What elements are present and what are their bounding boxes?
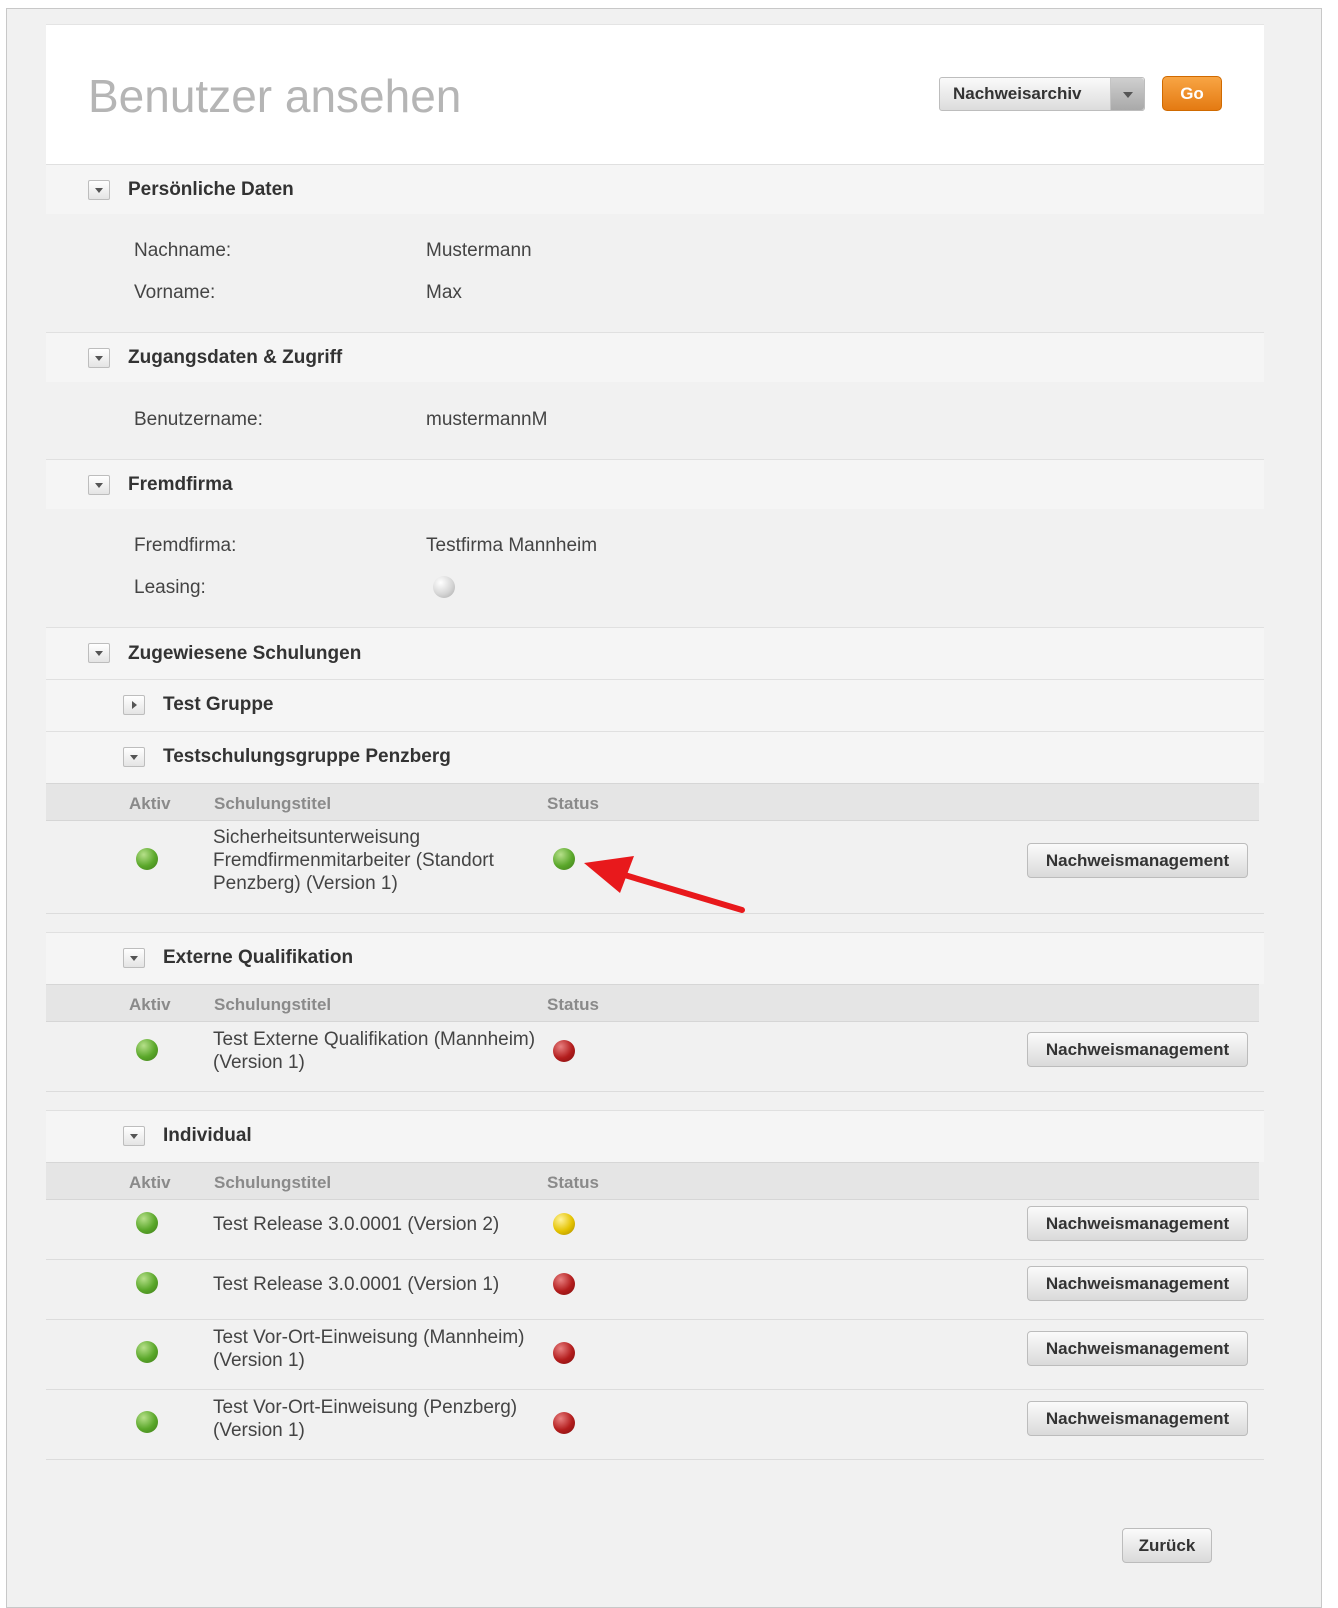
training-title[interactable]: Test Externe Qualifikation (Mannheim) (V… [213,1028,553,1074]
training-title[interactable]: Test Release 3.0.0001 (Version 2) [213,1213,573,1236]
collapse-icon[interactable] [88,475,110,495]
collapse-icon[interactable] [88,348,110,368]
status-indicator [553,1213,575,1235]
table-header: Aktiv Schulungstitel Status [46,783,1259,821]
group-title: Testschulungsgruppe Penzberg [163,746,451,767]
table-row: Sicherheitsunterweisung Fremdfirmenmitar… [46,821,1264,914]
group-title: Externe Qualifikation [163,947,354,968]
column-header-title: Schulungstitel [214,995,332,1014]
section-personal-body: Nachname: Mustermann Vorname: Max [46,214,1264,332]
section-company-header[interactable]: Fremdfirma [46,459,1264,509]
active-indicator [136,1341,158,1363]
training-title[interactable]: Test Release 3.0.0001 (Version 1) [213,1273,573,1296]
status-indicator [553,848,575,870]
page-title: Benutzer ansehen [88,70,462,122]
column-header-title: Schulungstitel [214,794,332,813]
company-value: Testfirma Mannheim [426,535,598,556]
section-title: Zugangsdaten & Zugriff [128,347,343,368]
evidence-management-button[interactable]: Nachweismanagement [1027,1206,1248,1241]
training-title[interactable]: Test Vor-Ort-Einweisung (Mannheim) (Vers… [213,1326,553,1372]
firstname-label: Vorname: [134,282,216,303]
evidence-management-button[interactable]: Nachweismanagement [1027,1266,1248,1301]
table-header: Aktiv Schulungstitel Status [46,984,1259,1022]
active-indicator [136,1212,158,1234]
collapse-icon[interactable] [123,948,145,968]
company-label: Fremdfirma: [134,535,237,556]
section-access-body: Benutzername: mustermannM [46,382,1264,459]
back-button[interactable]: Zurück [1122,1528,1212,1563]
table-row: Test Release 3.0.0001 (Version 1) Nachwe… [46,1260,1264,1320]
column-header-active: Aktiv [129,995,171,1014]
group-header-penzberg[interactable]: Testschulungsgruppe Penzberg [46,731,1264,783]
go-button[interactable]: Go [1162,76,1222,111]
active-indicator [136,1039,158,1061]
user-view-panel: Benutzer ansehen Nachweisarchiv Go Persö… [46,24,1264,1464]
evidence-management-button[interactable]: Nachweismanagement [1027,843,1248,878]
status-indicator [553,1273,575,1295]
status-indicator [553,1040,575,1062]
section-title: Zugewiesene Schulungen [128,643,362,664]
section-title: Persönliche Daten [128,179,294,200]
table-row: Test Vor-Ort-Einweisung (Penzberg) (Vers… [46,1390,1264,1460]
group-header-external[interactable]: Externe Qualifikation [46,932,1264,984]
collapse-icon[interactable] [88,643,110,663]
active-indicator [136,1272,158,1294]
collapse-icon[interactable] [123,1126,145,1146]
training-title[interactable]: Test Vor-Ort-Einweisung (Penzberg) (Vers… [213,1396,553,1442]
table-row: Test Release 3.0.0001 (Version 2) Nachwe… [46,1200,1264,1260]
section-title: Fremdfirma [128,474,233,495]
column-header-status: Status [547,1173,599,1192]
section-trainings-header[interactable]: Zugewiesene Schulungen [46,627,1264,679]
chevron-down-icon[interactable] [1110,78,1144,110]
expand-icon[interactable] [123,695,145,715]
column-header-status: Status [547,995,599,1014]
section-personal-header[interactable]: Persönliche Daten [46,164,1264,214]
leasing-status-indicator [433,576,455,598]
table-row: Test Vor-Ort-Einweisung (Mannheim) (Vers… [46,1320,1264,1390]
section-access-header[interactable]: Zugangsdaten & Zugriff [46,332,1264,382]
lastname-value: Mustermann [426,240,532,261]
group-header-test-gruppe[interactable]: Test Gruppe [46,679,1264,731]
column-header-status: Status [547,794,599,813]
collapse-icon[interactable] [123,747,145,767]
active-indicator [136,848,158,870]
evidence-management-button[interactable]: Nachweismanagement [1027,1331,1248,1366]
collapse-icon[interactable] [88,180,110,200]
archive-select-value: Nachweisarchiv [953,84,1082,103]
evidence-management-button[interactable]: Nachweismanagement [1027,1032,1248,1067]
group-title: Individual [163,1125,252,1146]
archive-select[interactable]: Nachweisarchiv [939,77,1145,111]
leasing-label: Leasing: [134,577,206,598]
username-label: Benutzername: [134,409,263,430]
group-title: Test Gruppe [163,694,274,715]
section-company-body: Fremdfirma: Testfirma Mannheim Leasing: [46,509,1264,627]
firstname-value: Max [426,282,462,303]
training-title[interactable]: Sicherheitsunterweisung Fremdfirmenmitar… [213,826,553,895]
username-value: mustermannM [426,409,548,430]
column-header-title: Schulungstitel [214,1173,332,1192]
column-header-active: Aktiv [129,794,171,813]
column-header-active: Aktiv [129,1173,171,1192]
lastname-label: Nachname: [134,240,232,261]
status-indicator [553,1412,575,1434]
table-row: Test Externe Qualifikation (Mannheim) (V… [46,1022,1264,1092]
group-header-individual[interactable]: Individual [46,1110,1264,1162]
active-indicator [136,1411,158,1433]
status-indicator [553,1342,575,1364]
page-header: Benutzer ansehen Nachweisarchiv Go [46,24,1264,164]
evidence-management-button[interactable]: Nachweismanagement [1027,1401,1248,1436]
table-header: Aktiv Schulungstitel Status [46,1162,1259,1200]
